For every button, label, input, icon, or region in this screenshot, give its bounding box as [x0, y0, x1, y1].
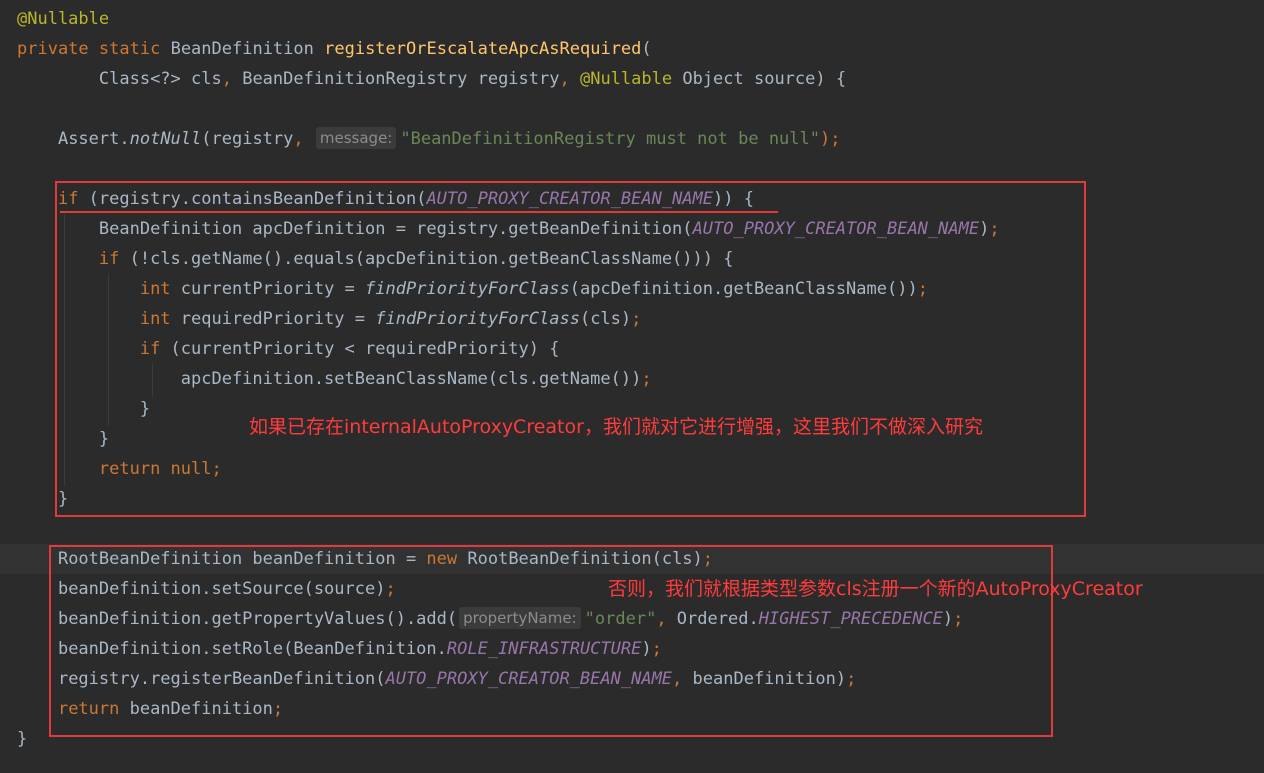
comma: , [559, 69, 570, 89]
comma: , [293, 129, 304, 149]
highlight-underline [60, 211, 778, 213]
highlight-box-register-apc [49, 545, 1053, 737]
code-line: private static BeanDefinition registerOr… [0, 34, 1264, 64]
string-literal: "BeanDefinitionRegistry must not be null… [400, 129, 820, 149]
keyword: private [17, 39, 89, 59]
code-text: ); [820, 129, 841, 149]
highlight-box-existing-apc [55, 181, 1086, 517]
code-editor[interactable]: @Nullable private static BeanDefinition … [0, 0, 1264, 773]
annotation-note-existing: 如果已存在internalAutoProxyCreator，我们就对它进行增强，… [249, 416, 983, 438]
return-type: BeanDefinition [170, 39, 314, 59]
paren: ( [641, 39, 652, 59]
annotation: @Nullable [569, 69, 673, 89]
method-name: registerOrEscalateApcAsRequired [324, 39, 642, 59]
param: Class<?> cls [98, 69, 222, 89]
code-line: @Nullable [0, 4, 1264, 34]
code-text: } [17, 729, 28, 749]
code-line: Class<?> cls, BeanDefinitionRegistry reg… [0, 64, 1264, 94]
static-call: notNull [129, 129, 202, 149]
code-line: Assert.notNull(registry, message: "BeanDe… [0, 124, 1264, 154]
keyword: static [98, 39, 161, 59]
parameter-hint: message: [315, 127, 397, 149]
param: BeanDefinitionRegistry registry [231, 69, 560, 89]
annotation-note-register: 否则，我们就根据类型参数cls注册一个新的AutoProxyCreator [608, 578, 1143, 600]
param: Object source) { [672, 69, 847, 89]
code-text: Assert. [57, 129, 130, 149]
comma: , [221, 69, 232, 89]
annotation: @Nullable [17, 9, 110, 29]
code-text: (registry [201, 129, 294, 149]
